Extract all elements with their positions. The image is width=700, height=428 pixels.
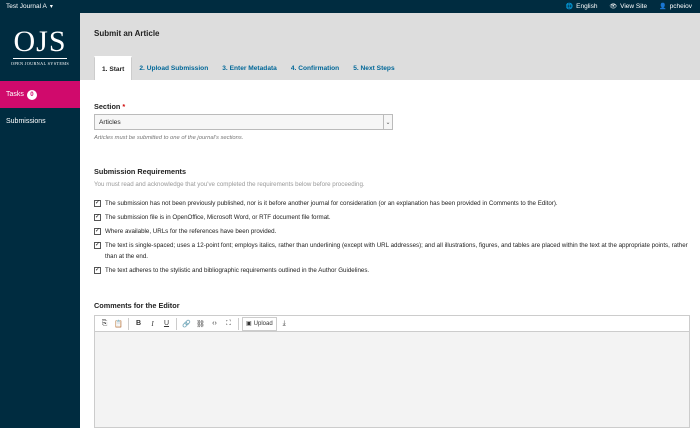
requirement-item: ✓ The submission has not been previously… <box>94 198 689 209</box>
section-label-text: Section <box>94 102 121 111</box>
editor-toolbar: ⎘ 📋 B I U 🔗 ⛓ ‹› ⛶ ▣ Upload ⤓ <box>95 316 689 332</box>
username: pcheiov <box>669 3 692 10</box>
required-mark: * <box>122 102 126 111</box>
paste-icon[interactable]: 📋 <box>112 317 125 331</box>
toolbar-divider <box>238 317 239 330</box>
requirement-item: ✓ The text adheres to the stylistic and … <box>94 265 689 276</box>
requirement-item: ✓ The text is single-spaced; uses a 12-p… <box>94 240 689 262</box>
view-site-label: View Site <box>620 3 648 10</box>
caret-down-icon: ▾ <box>49 4 53 10</box>
sidebar-item-tasks[interactable]: Tasks 0 <box>0 81 80 108</box>
eye-icon: 👁 <box>609 4 618 10</box>
copy-icon[interactable]: ⎘ <box>98 317 111 331</box>
section-select-value: Articles <box>99 118 121 126</box>
image-icon: ▣ <box>246 321 252 327</box>
view-site-link[interactable]: 👁 View Site <box>610 3 648 10</box>
bold-button[interactable]: B <box>132 317 145 331</box>
italic-button[interactable]: I <box>146 317 159 331</box>
code-icon[interactable]: ‹› <box>208 317 221 331</box>
tab-enter-metadata[interactable]: 3. Enter Metadata <box>215 56 284 80</box>
comments-label: Comments for the Editor <box>94 301 180 310</box>
toolbar-divider <box>128 317 129 330</box>
requirement-item: ✓ The submission file is in OpenOffice, … <box>94 212 689 223</box>
section-select[interactable]: Articles ⌄ <box>94 114 393 130</box>
language-switcher[interactable]: 🌐 English <box>566 3 598 10</box>
journal-name: Test Journal A <box>6 3 47 10</box>
underline-button[interactable]: U <box>160 317 173 331</box>
tab-upload-submission[interactable]: 2. Upload Submission <box>132 56 215 80</box>
logo-text: OJS <box>13 25 67 59</box>
requirement-text: The text adheres to the stylistic and bi… <box>105 267 370 274</box>
tasks-count-badge: 0 <box>26 89 37 100</box>
tab-confirmation[interactable]: 4. Confirmation <box>284 56 346 80</box>
section-help-text: Articles must be submitted to one of the… <box>94 135 244 141</box>
user-icon: 👤 <box>659 4 667 10</box>
sidebar-item-submissions[interactable]: Submissions <box>0 108 80 134</box>
requirements-list: ✓ The submission has not been previously… <box>94 198 689 276</box>
link-icon[interactable]: 🔗 <box>180 317 193 331</box>
requirement-text: The submission file is in OpenOffice, Mi… <box>105 214 331 221</box>
tab-start[interactable]: 1. Start <box>94 56 133 80</box>
requirement-text: The submission has not been previously p… <box>105 200 558 207</box>
tasks-label: Tasks <box>6 91 24 98</box>
unlink-icon[interactable]: ⛓ <box>194 317 207 331</box>
wizard-tabs: 1. Start 2. Upload Submission 3. Enter M… <box>94 56 402 80</box>
toolbar-divider <box>176 317 177 330</box>
page-title: Submit an Article <box>94 29 160 38</box>
requirement-checkbox[interactable]: ✓ <box>94 214 101 221</box>
section-label: Section * <box>94 102 125 111</box>
fullscreen-icon[interactable]: ⛶ <box>222 317 235 331</box>
logo-subtitle: OPEN JOURNAL SYSTEMS <box>10 61 70 66</box>
page-header: Submit an Article 1. Start 2. Upload Sub… <box>80 13 700 80</box>
comments-editor: ⎘ 📋 B I U 🔗 ⛓ ‹› ⛶ ▣ Upload ⤓ <box>94 315 690 428</box>
requirements-heading: Submission Requirements <box>94 167 187 176</box>
journal-switcher[interactable]: Test Journal A ▾ <box>6 3 53 10</box>
submissions-label: Submissions <box>6 117 46 125</box>
language-label: English <box>576 3 598 10</box>
requirement-checkbox[interactable]: ✓ <box>94 228 101 235</box>
requirement-checkbox[interactable]: ✓ <box>94 267 101 274</box>
download-icon[interactable]: ⤓ <box>278 317 291 331</box>
upload-label: Upload <box>253 320 273 327</box>
submission-form: Section * Articles ⌄ Articles must be su… <box>80 80 700 428</box>
requirements-description: You must read and acknowledge that you'v… <box>94 181 365 188</box>
upload-button[interactable]: ▣ Upload <box>242 316 277 331</box>
requirement-item: ✓ Where available, URLs for the referenc… <box>94 226 689 237</box>
ojs-logo[interactable]: OJS OPEN JOURNAL SYSTEMS <box>0 13 80 81</box>
requirement-checkbox[interactable]: ✓ <box>94 242 101 249</box>
globe-icon: 🌐 <box>565 4 574 10</box>
tab-next-steps[interactable]: 5. Next Steps <box>346 56 401 80</box>
user-menu[interactable]: 👤 pcheiov <box>659 3 692 10</box>
requirement-text: The text is single-spaced; uses a 12-poi… <box>105 242 688 260</box>
requirement-checkbox[interactable]: ✓ <box>94 200 101 207</box>
select-arrow-icon: ⌄ <box>383 115 392 129</box>
sidebar: OJS OPEN JOURNAL SYSTEMS Tasks 0 Submiss… <box>0 13 80 428</box>
requirement-text: Where available, URLs for the references… <box>105 228 277 235</box>
top-bar: Test Journal A ▾ 🌐 English 👁 View Site 👤… <box>0 0 700 13</box>
